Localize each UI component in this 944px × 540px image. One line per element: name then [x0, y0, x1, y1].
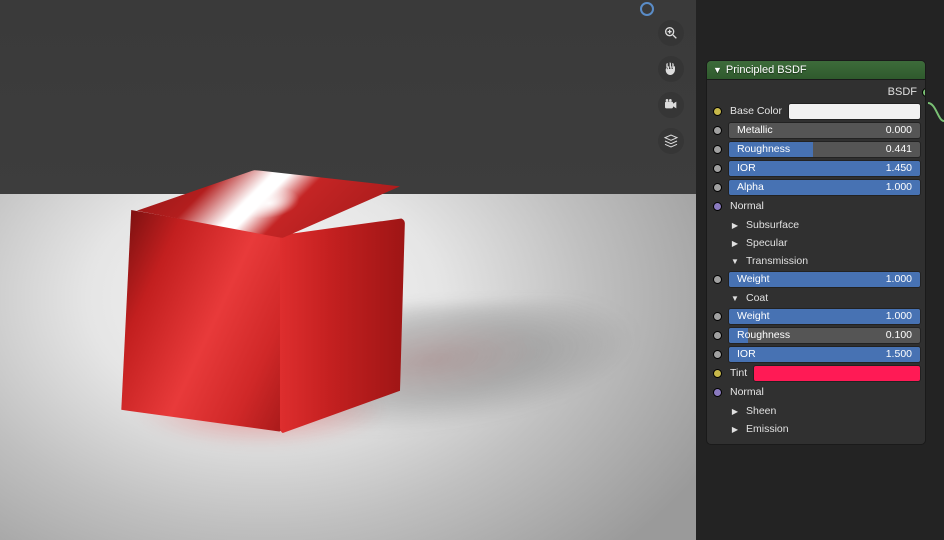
- grid-icon[interactable]: [658, 128, 684, 154]
- output-bsdf: BSDF: [711, 84, 921, 102]
- socket-icon[interactable]: [713, 145, 722, 154]
- group-sheen[interactable]: ▶ Sheen: [711, 402, 921, 420]
- normal-label: Normal: [728, 200, 764, 212]
- group-specular[interactable]: ▶ Specular: [711, 234, 921, 252]
- socket-icon[interactable]: [713, 183, 722, 192]
- metallic-slider[interactable]: Metallic 0.000: [728, 122, 921, 139]
- transmission-weight-slider[interactable]: Weight 1.000: [728, 271, 921, 288]
- socket-icon[interactable]: [713, 275, 722, 284]
- ior-row: IOR 1.450: [711, 159, 921, 177]
- coat-tint-row: Tint: [711, 364, 921, 382]
- node-sidebar: ▼ Principled BSDF BSDF Base Color Metall…: [696, 0, 944, 540]
- socket-icon[interactable]: [713, 331, 722, 340]
- coat-normal-label: Normal: [728, 386, 764, 398]
- base-color-swatch[interactable]: [788, 103, 921, 120]
- coat-weight-slider[interactable]: Weight 1.000: [728, 308, 921, 325]
- group-emission[interactable]: ▶ Emission: [711, 420, 921, 438]
- chevron-right-icon: ▶: [730, 407, 740, 416]
- socket-icon[interactable]: [713, 350, 722, 359]
- coat-roughness-slider[interactable]: Roughness 0.100: [728, 327, 921, 344]
- metallic-row: Metallic 0.000: [711, 121, 921, 139]
- orbit-gizmo-icon[interactable]: [640, 2, 654, 16]
- output-socket-icon[interactable]: [922, 88, 926, 97]
- zoom-icon[interactable]: [658, 20, 684, 46]
- coat-ior-slider[interactable]: IOR 1.500: [728, 346, 921, 363]
- pan-icon[interactable]: [658, 56, 684, 82]
- node-link-curve: [928, 97, 944, 127]
- socket-icon[interactable]: [713, 202, 722, 211]
- viewport-tools: [658, 20, 684, 154]
- chevron-down-icon: ▼: [730, 294, 740, 303]
- chevron-right-icon: ▶: [730, 221, 740, 230]
- transmission-weight-row: Weight 1.000: [711, 270, 921, 288]
- normal-row: Normal: [711, 197, 921, 215]
- node-header[interactable]: ▼ Principled BSDF: [707, 61, 925, 80]
- socket-icon[interactable]: [713, 126, 722, 135]
- coat-ior-row: IOR 1.500: [711, 345, 921, 363]
- group-transmission[interactable]: ▼ Transmission: [711, 252, 921, 270]
- principled-bsdf-node[interactable]: ▼ Principled BSDF BSDF Base Color Metall…: [706, 60, 926, 445]
- socket-icon[interactable]: [713, 107, 722, 116]
- socket-icon[interactable]: [713, 312, 722, 321]
- coat-weight-row: Weight 1.000: [711, 307, 921, 325]
- socket-icon[interactable]: [713, 388, 722, 397]
- camera-icon[interactable]: [658, 92, 684, 118]
- coat-tint-label: Tint: [728, 367, 747, 379]
- red-cube[interactable]: [120, 170, 400, 430]
- node-title: Principled BSDF: [726, 64, 807, 76]
- chevron-right-icon: ▶: [730, 425, 740, 434]
- group-subsurface[interactable]: ▶ Subsurface: [711, 216, 921, 234]
- roughness-slider[interactable]: Roughness 0.441: [728, 141, 921, 158]
- chevron-right-icon: ▶: [730, 239, 740, 248]
- ior-slider[interactable]: IOR 1.450: [728, 160, 921, 177]
- alpha-slider[interactable]: Alpha 1.000: [728, 179, 921, 196]
- roughness-row: Roughness 0.441: [711, 140, 921, 158]
- base-color-row: Base Color: [711, 102, 921, 120]
- socket-icon[interactable]: [713, 164, 722, 173]
- output-label: BSDF: [888, 86, 917, 98]
- group-coat[interactable]: ▼ Coat: [711, 289, 921, 307]
- chevron-down-icon: ▼: [713, 65, 722, 75]
- base-color-label: Base Color: [728, 105, 782, 117]
- viewport[interactable]: [0, 0, 696, 540]
- coat-tint-swatch[interactable]: [753, 365, 921, 382]
- coat-roughness-row: Roughness 0.100: [711, 326, 921, 344]
- socket-icon[interactable]: [713, 369, 722, 378]
- chevron-down-icon: ▼: [730, 257, 740, 266]
- alpha-row: Alpha 1.000: [711, 178, 921, 196]
- coat-normal-row: Normal: [711, 383, 921, 401]
